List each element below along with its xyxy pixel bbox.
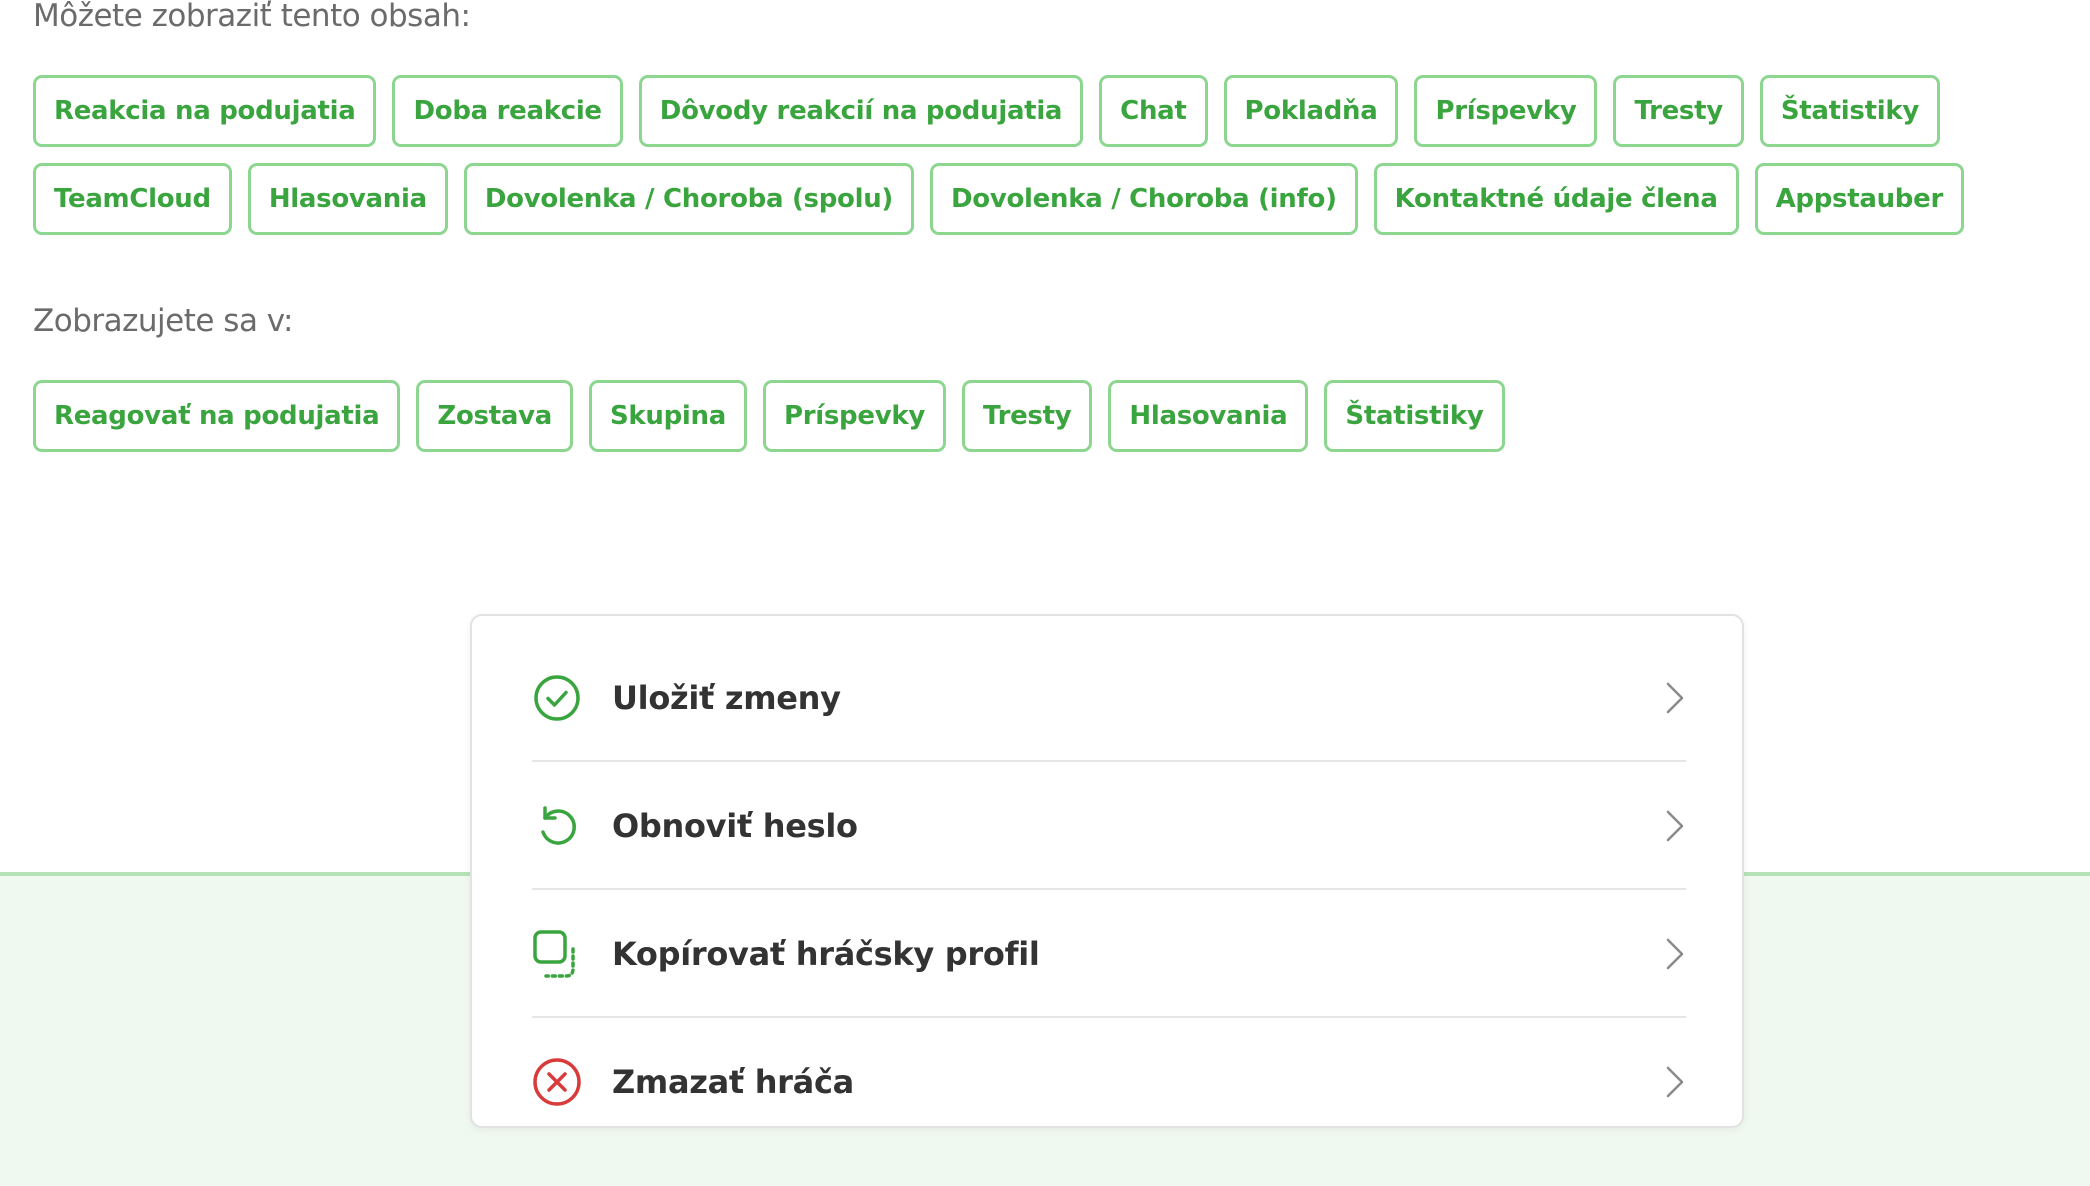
content-access-label: Môžete zobraziť tento obsah: — [33, 0, 471, 34]
chevron-right-icon — [1666, 682, 1684, 714]
copy-player-profile-label: Kopírovať hráčsky profil — [612, 935, 1040, 973]
reset-arrow-icon — [532, 801, 582, 851]
delete-circle-icon — [532, 1057, 582, 1107]
chip-cash-register[interactable]: Pokladňa — [1223, 75, 1399, 147]
chip-lineup[interactable]: Zostava — [416, 380, 573, 452]
save-changes-label: Uložiť zmeny — [612, 679, 841, 717]
chip-contributions[interactable]: Príspevky — [1414, 75, 1598, 147]
chip-penalties[interactable]: Tresty — [961, 380, 1093, 452]
visibility-chips: Reagovať na podujatia Zostava Skupina Pr… — [33, 380, 2073, 452]
reset-password-button[interactable]: Obnoviť heslo — [532, 762, 1686, 890]
chip-member-contact[interactable]: Kontaktné údaje člena — [1373, 163, 1739, 235]
chip-reaction-time[interactable]: Doba reakcie — [392, 75, 623, 147]
chip-chat[interactable]: Chat — [1099, 75, 1208, 147]
check-circle-icon — [532, 673, 582, 723]
content-access-chips: Reakcia na podujatia Doba reakcie Dôvody… — [33, 75, 2073, 235]
chip-teamcloud[interactable]: TeamCloud — [33, 163, 232, 235]
chevron-right-icon — [1666, 938, 1684, 970]
chevron-right-icon — [1666, 1066, 1684, 1098]
chip-polls[interactable]: Hlasovania — [1108, 380, 1309, 452]
actions-card: Uložiť zmeny Obnoviť heslo Kopírovať hrá… — [470, 614, 1744, 1128]
save-changes-button[interactable]: Uložiť zmeny — [532, 634, 1686, 762]
reset-password-label: Obnoviť heslo — [612, 807, 858, 845]
chip-respond-events[interactable]: Reagovať na podujatia — [33, 380, 401, 452]
chevron-right-icon — [1666, 810, 1684, 842]
copy-icon — [532, 929, 582, 979]
copy-player-profile-button[interactable]: Kopírovať hráčsky profil — [532, 890, 1686, 1018]
chip-contributions[interactable]: Príspevky — [762, 380, 946, 452]
chip-statistics[interactable]: Štatistiky — [1324, 380, 1505, 452]
chip-reaction-reasons[interactable]: Dôvody reakcií na podujatia — [638, 75, 1084, 147]
delete-player-button[interactable]: Zmazať hráča — [532, 1018, 1686, 1146]
chip-vacation-sickness-together[interactable]: Dovolenka / Choroba (spolu) — [463, 163, 914, 235]
chip-group[interactable]: Skupina — [588, 380, 747, 452]
visibility-label: Zobrazujete sa v: — [33, 303, 293, 339]
delete-player-label: Zmazať hráča — [612, 1063, 854, 1101]
chip-appstauber[interactable]: Appstauber — [1754, 163, 1964, 235]
chip-statistics[interactable]: Štatistiky — [1759, 75, 1940, 147]
chip-polls[interactable]: Hlasovania — [247, 163, 448, 235]
chip-event-reactions[interactable]: Reakcia na podujatia — [33, 75, 377, 147]
chip-vacation-sickness-info[interactable]: Dovolenka / Choroba (info) — [930, 163, 1358, 235]
chip-penalties[interactable]: Tresty — [1613, 75, 1744, 147]
